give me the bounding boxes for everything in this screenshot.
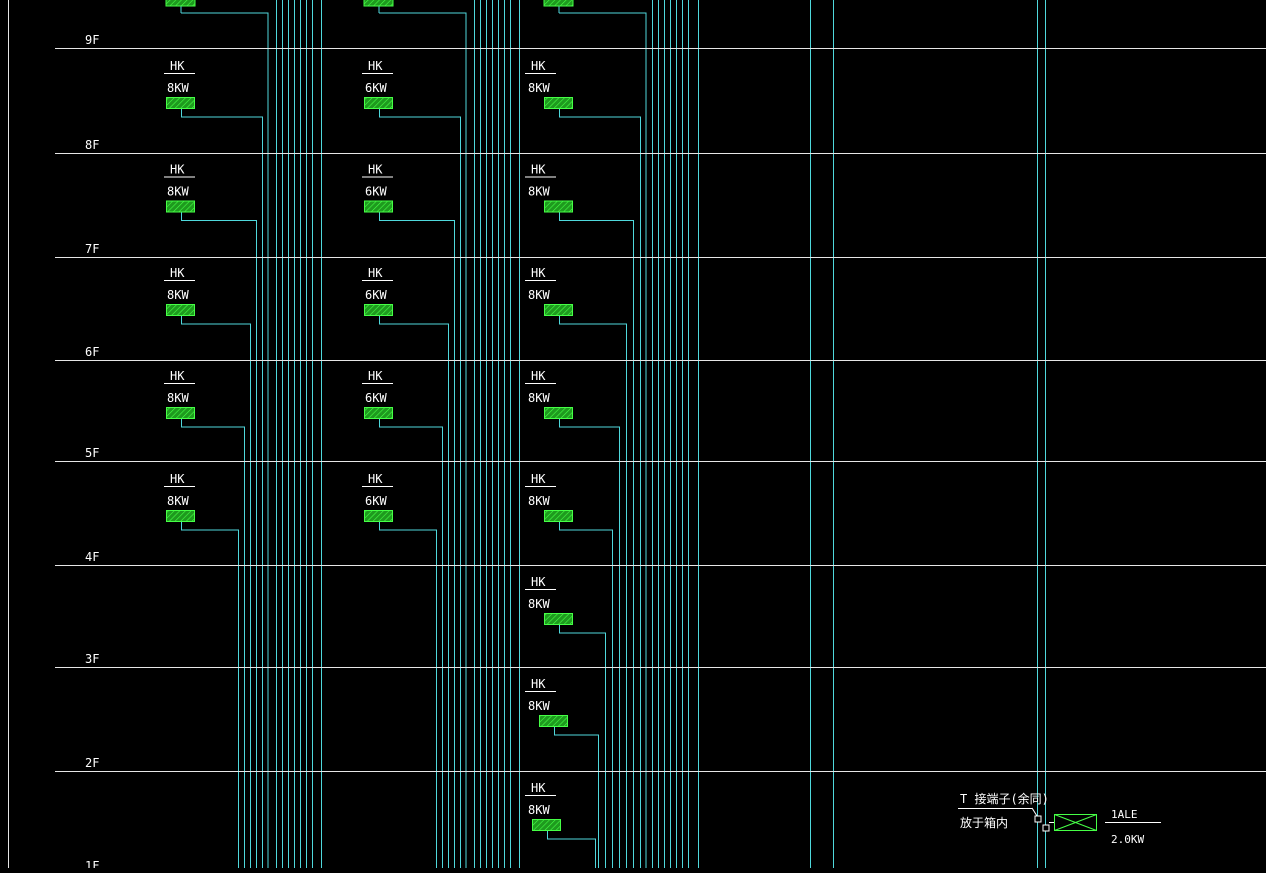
distribution-box: [544, 200, 573, 213]
feeder-wire: [379, 522, 437, 868]
unit-power: 8KW: [528, 185, 550, 199]
electrical-riser-diagram: 9F 8F 7F 6F 5F 4F 3F 2F 1F HK 8KW HK 8KW HK 8KW HK 8KW H…: [0, 0, 1266, 873]
feeder-wire: [181, 522, 239, 868]
unit-label: HK: [531, 677, 546, 691]
unit-label: HK: [531, 781, 546, 795]
distribution-box: [166, 510, 195, 522]
feeder-wire: [547, 831, 596, 868]
feeder-wire: [181, 12, 269, 868]
distribution-box: [544, 97, 573, 109]
floor-label: 1F: [85, 859, 99, 868]
distribution-box: [166, 407, 195, 419]
floor-label: 8F: [85, 138, 99, 152]
distribution-box: [544, 613, 573, 625]
unit-power: 8KW: [167, 185, 189, 199]
distribution-box: [364, 407, 393, 419]
floor-label: 7F: [85, 242, 99, 256]
unit-power: 8KW: [528, 699, 550, 713]
feeder-wire: [559, 12, 647, 868]
legend-box-id: 1ALE: [1111, 808, 1138, 821]
unit-label: HK: [531, 59, 546, 73]
distribution-box: [544, 407, 573, 419]
distribution-box: [364, 200, 393, 213]
distribution-box: [544, 304, 573, 316]
unit-label: HK: [531, 369, 546, 383]
unit-label: HK: [170, 369, 185, 383]
feeder-wire: [379, 316, 449, 868]
distribution-box: [363, 0, 394, 7]
floor-label: 3F: [85, 652, 99, 666]
distribution-box: [364, 510, 393, 522]
unit-power: 8KW: [528, 391, 550, 405]
distribution-box: [543, 0, 574, 7]
unit-label: HK: [368, 472, 383, 486]
unit-power: 6KW: [365, 391, 387, 405]
unit-label: HK: [531, 163, 546, 177]
unit-label: HK: [170, 59, 185, 73]
unit-power: 8KW: [167, 288, 189, 302]
feeder-wire: [554, 727, 599, 868]
unit-label: HK: [531, 575, 546, 589]
feeder-wire: [559, 316, 627, 868]
floor-label: 9F: [85, 33, 99, 47]
unit-power: 8KW: [167, 81, 189, 95]
legend-note-line1: T 接端子(余同): [960, 791, 1049, 806]
unit-power: 8KW: [528, 494, 550, 508]
leader-line: [1031, 807, 1038, 817]
unit-label: HK: [170, 472, 185, 486]
unit-label: HK: [368, 369, 383, 383]
unit-label: HK: [368, 266, 383, 280]
terminal-symbol: [1042, 824, 1050, 832]
unit-power: 6KW: [365, 185, 387, 199]
distribution-box: [364, 97, 393, 109]
unit-power: 8KW: [528, 597, 550, 611]
feeder-wire: [559, 419, 620, 868]
unit-power: 6KW: [365, 81, 387, 95]
unit-label: HK: [368, 163, 383, 177]
unit-power: 8KW: [167, 391, 189, 405]
feeder-wire: [379, 12, 467, 868]
riser-diagram-svg: 9F 8F 7F 6F 5F 4F 3F 2F 1F HK 8KW HK 8KW HK 8KW HK 8KW H…: [8, 0, 1266, 873]
unit-power: 8KW: [528, 803, 550, 817]
unit-label: HK: [170, 163, 185, 177]
floor-label: 4F: [85, 550, 99, 564]
terminal-symbol: [1034, 815, 1042, 823]
unit-power: 8KW: [167, 494, 189, 508]
unit-label: HK: [368, 59, 383, 73]
floor-label: 6F: [85, 345, 99, 359]
distribution-box: [544, 510, 573, 522]
distribution-box: [165, 0, 196, 7]
legend-box-power: 2.0KW: [1111, 833, 1144, 846]
unit-label: HK: [531, 266, 546, 280]
unit-power: 6KW: [365, 288, 387, 302]
legend-note-line2: 放于箱内: [960, 815, 1008, 830]
distribution-box: [364, 304, 393, 316]
distribution-box: [166, 200, 195, 213]
distribution-box: [532, 819, 561, 831]
feeder-wire: [181, 316, 251, 868]
distribution-box: [166, 304, 195, 316]
feeder-wire: [559, 522, 613, 868]
unit-label: HK: [170, 266, 185, 280]
unit-label: HK: [531, 472, 546, 486]
feeder-wire: [559, 109, 641, 868]
distribution-box: [166, 97, 195, 109]
unit-power: 6KW: [365, 494, 387, 508]
unit-power: 8KW: [528, 288, 550, 302]
distribution-box: [539, 715, 568, 727]
floor-label: 2F: [85, 756, 99, 770]
floor-label: 5F: [85, 446, 99, 460]
unit-power: 8KW: [528, 81, 550, 95]
